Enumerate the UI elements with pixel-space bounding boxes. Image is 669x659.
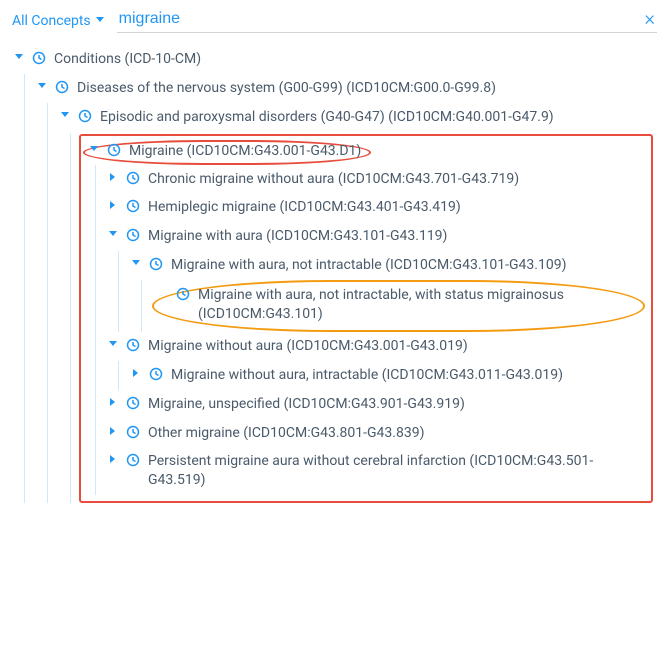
clock-icon [126, 338, 142, 354]
row-unspecified[interactable]: Migraine, unspecified (ICD10CM:G43.901-G… [106, 390, 645, 419]
tree-node-not-intractable: Migraine with aura, not intractable (ICD… [129, 251, 645, 332]
node-label: Migraine with aura (ICD10CM:G43.101-G43.… [148, 227, 447, 246]
chevron-down-icon[interactable] [106, 339, 120, 349]
chevron-down-icon[interactable] [35, 81, 49, 91]
tree-node-hemiplegic: Hemiplegic migraine (ICD10CM:G43.401-G43… [106, 193, 645, 222]
tree-node-migraine: Migraine (ICD10CM:G43.001-G43.D1) [83, 140, 645, 496]
tree-node-nervous-system: Diseases of the nervous system (G00-G99)… [35, 74, 657, 503]
dropdown-label: All Concepts [12, 13, 91, 29]
clock-icon [176, 287, 192, 303]
row-without-aura[interactable]: Migraine without aura (ICD10CM:G43.001-G… [106, 332, 645, 361]
node-label: Migraine (ICD10CM:G43.001-G43.D1) [129, 142, 361, 161]
clock-icon [126, 171, 142, 187]
concepts-dropdown[interactable]: All Concepts [12, 13, 105, 29]
search-field-wrap: × [117, 8, 657, 33]
row-status-migrainosus[interactable]: Migraine with aura, not intractable, wit… [156, 284, 637, 326]
row-not-intractable[interactable]: Migraine with aura, not intractable (ICD… [129, 251, 645, 280]
chevron-right-icon[interactable] [106, 454, 120, 464]
node-label: Migraine with aura, not intractable (ICD… [171, 256, 566, 275]
clock-icon [55, 80, 71, 96]
node-label: Diseases of the nervous system (G00-G99)… [77, 79, 496, 98]
tree-node-chronic: Chronic migraine without aura (ICD10CM:G… [106, 165, 645, 194]
chevron-right-icon[interactable] [106, 200, 120, 210]
node-label: Episodic and paroxysmal disorders (G40-G… [100, 108, 554, 127]
tree-node-with-aura: Migraine with aura (ICD10CM:G43.101-G43.… [106, 222, 645, 332]
row-episodic[interactable]: Episodic and paroxysmal disorders (G40-G… [58, 103, 657, 132]
clock-icon [126, 199, 142, 215]
chevron-down-icon[interactable] [106, 229, 120, 239]
node-label: Migraine with aura, not intractable, wit… [198, 286, 637, 324]
node-label: Persistent migraine aura without cerebra… [148, 452, 645, 490]
clock-icon [126, 425, 142, 441]
clock-icon [126, 453, 142, 469]
clock-icon [149, 257, 165, 273]
row-without-aura-intractable[interactable]: Migraine without aura, intractable (ICD1… [129, 361, 645, 390]
tree-node-unspecified: Migraine, unspecified (ICD10CM:G43.901-G… [106, 390, 645, 419]
concept-tree: Conditions (ICD-10-CM) Diseases of the n… [12, 45, 657, 503]
tree-node-other: Other migraine (ICD10CM:G43.801-G43.839) [106, 419, 645, 448]
highlight-orange-ellipse: Migraine with aura, not intractable, wit… [152, 280, 645, 332]
tree-node-without-aura-intractable: Migraine without aura, intractable (ICD1… [129, 361, 645, 390]
clock-icon [107, 143, 123, 159]
chevron-down-icon[interactable] [12, 52, 26, 62]
chevron-down-icon[interactable] [129, 258, 143, 268]
chevron-right-icon[interactable] [129, 368, 143, 378]
row-hemiplegic[interactable]: Hemiplegic migraine (ICD10CM:G43.401-G43… [106, 193, 645, 222]
row-nervous-system[interactable]: Diseases of the nervous system (G00-G99)… [35, 74, 657, 103]
tree-node-without-aura: Migraine without aura (ICD10CM:G43.001-G… [106, 332, 645, 390]
clock-icon [78, 109, 94, 125]
caret-down-icon [95, 13, 105, 29]
node-label: Chronic migraine without aura (ICD10CM:G… [148, 170, 519, 189]
clock-icon [32, 51, 48, 67]
clock-icon [126, 228, 142, 244]
clear-icon[interactable]: × [645, 8, 655, 28]
clock-icon [149, 367, 165, 383]
tree-node-conditions: Conditions (ICD-10-CM) Diseases of the n… [12, 45, 657, 503]
chevron-right-icon[interactable] [106, 426, 120, 436]
node-label: Migraine, unspecified (ICD10CM:G43.901-G… [148, 395, 465, 414]
highlight-red-box: Migraine (ICD10CM:G43.001-G43.D1) [79, 134, 653, 504]
row-migraine[interactable]: Migraine (ICD10CM:G43.001-G43.D1) [83, 140, 371, 165]
clock-icon [126, 396, 142, 412]
node-label: Hemiplegic migraine (ICD10CM:G43.401-G43… [148, 198, 461, 217]
tree-node-persistent: Persistent migraine aura without cerebra… [106, 447, 645, 495]
row-chronic[interactable]: Chronic migraine without aura (ICD10CM:G… [106, 165, 645, 194]
tree-node-episodic: Episodic and paroxysmal disorders (G40-G… [58, 103, 657, 503]
chevron-right-icon[interactable] [106, 397, 120, 407]
row-with-aura[interactable]: Migraine with aura (ICD10CM:G43.101-G43.… [106, 222, 645, 251]
node-label: Other migraine (ICD10CM:G43.801-G43.839) [148, 424, 424, 443]
node-label: Conditions (ICD-10-CM) [54, 50, 201, 69]
chevron-down-icon[interactable] [58, 110, 72, 120]
chevron-right-icon[interactable] [106, 172, 120, 182]
search-input[interactable] [117, 8, 657, 30]
row-persistent[interactable]: Persistent migraine aura without cerebra… [106, 447, 645, 495]
chevron-down-icon[interactable] [87, 144, 101, 154]
row-other[interactable]: Other migraine (ICD10CM:G43.801-G43.839) [106, 419, 645, 448]
topbar: All Concepts × [12, 8, 657, 33]
row-conditions[interactable]: Conditions (ICD-10-CM) [12, 45, 657, 74]
node-label: Migraine without aura, intractable (ICD1… [171, 366, 563, 385]
node-label: Migraine without aura (ICD10CM:G43.001-G… [148, 337, 468, 356]
